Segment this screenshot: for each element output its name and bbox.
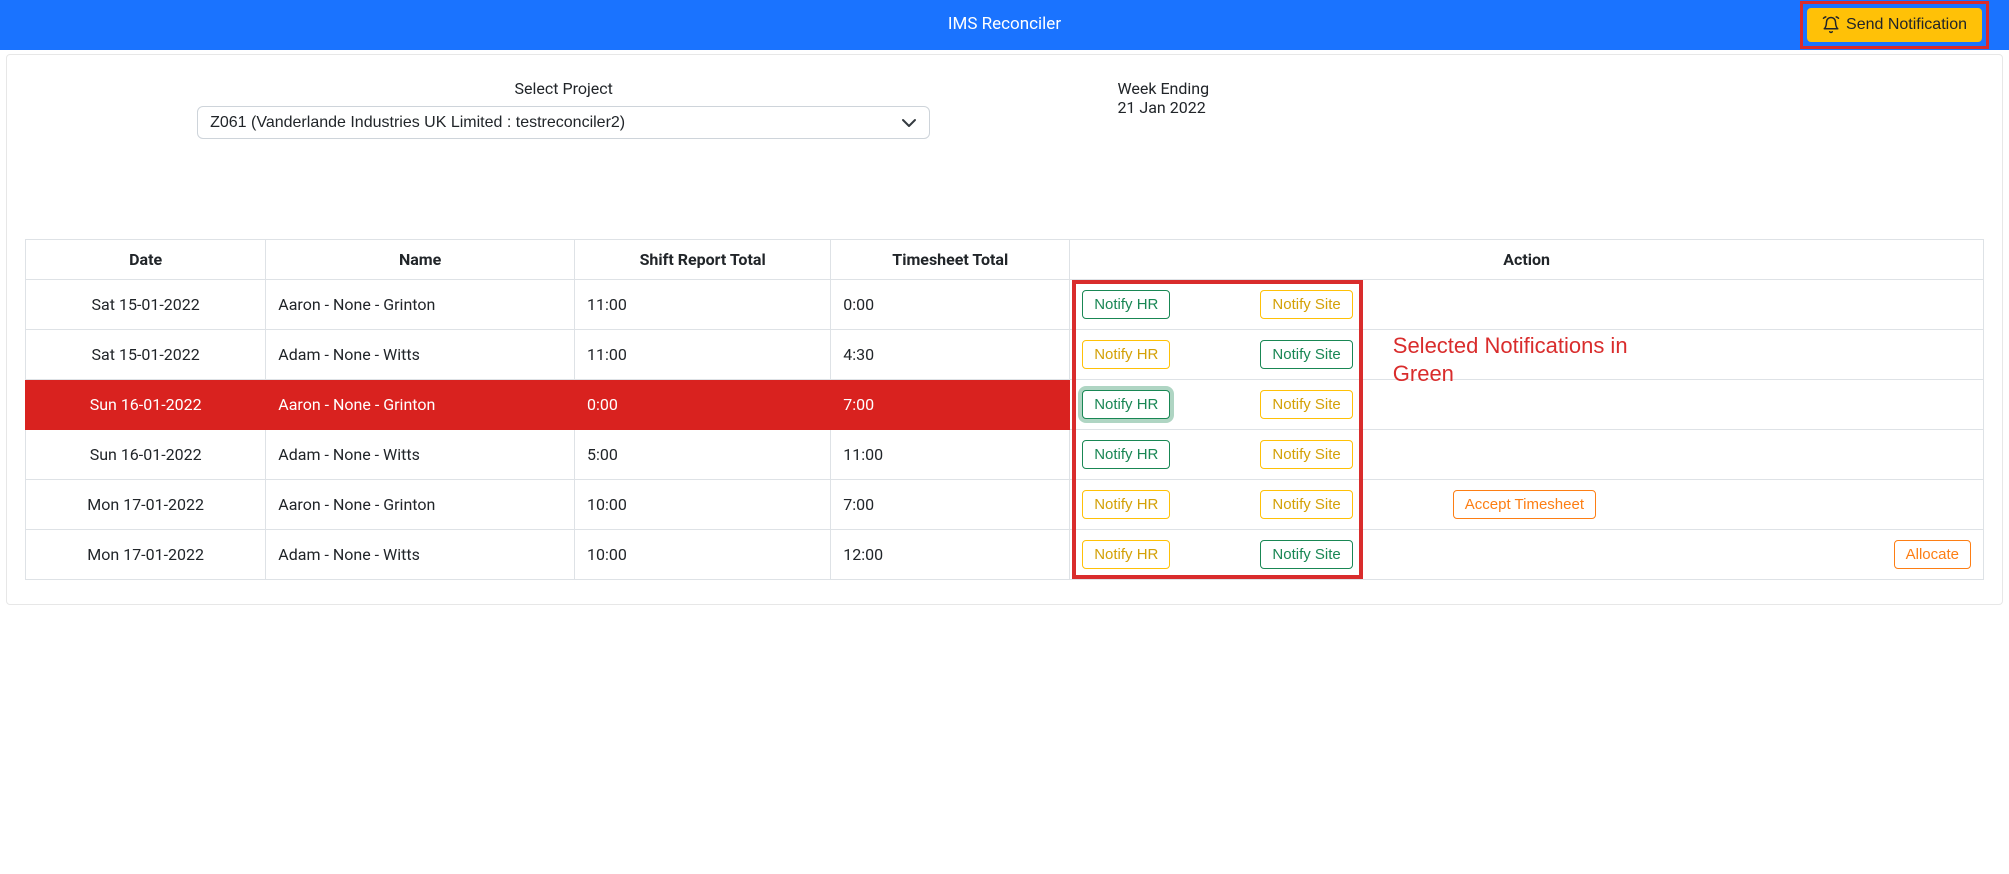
cell: 0:00 — [574, 380, 830, 430]
cell: 0:00 — [831, 280, 1070, 330]
notify-site-button[interactable]: Notify Site — [1260, 440, 1352, 469]
action-cell: Notify HR Notify Site — [1070, 280, 1984, 330]
cell: 5:00 — [574, 430, 830, 480]
allocate-button[interactable]: Allocate — [1894, 540, 1971, 569]
table-row: Sat 15-01-2022Adam - None - Witts11:004:… — [26, 330, 1984, 380]
cell: Adam - None - Witts — [266, 530, 575, 580]
cell: Sat 15-01-2022 — [26, 280, 266, 330]
cell: 7:00 — [831, 480, 1070, 530]
cell: 11:00 — [831, 430, 1070, 480]
cell: Sun 16-01-2022 — [26, 380, 266, 430]
cell: 7:00 — [831, 380, 1070, 430]
col-name: Name — [266, 240, 575, 280]
cell: Adam - None - Witts — [266, 330, 575, 380]
project-filter-block: Select Project Z061 (Vanderlande Industr… — [25, 79, 1102, 139]
col-shift-total: Shift Report Total — [574, 240, 830, 280]
cell: Aaron - None - Grinton — [266, 480, 575, 530]
cell: 12:00 — [831, 530, 1070, 580]
table-wrapper: Date Name Shift Report Total Timesheet T… — [25, 239, 1984, 580]
week-ending-block: Week Ending 21 Jan 2022 — [1102, 79, 1984, 139]
cell: 10:00 — [574, 530, 830, 580]
project-select[interactable]: Z061 (Vanderlande Industries UK Limited … — [197, 106, 930, 139]
cell: 10:00 — [574, 480, 830, 530]
app-title: IMS Reconciler — [948, 14, 1061, 34]
notify-site-button[interactable]: Notify Site — [1260, 540, 1352, 569]
cell: Adam - None - Witts — [266, 430, 575, 480]
cell: 4:30 — [831, 330, 1070, 380]
send-notification-button[interactable]: Send Notification — [1807, 8, 1982, 42]
table-row: Sat 15-01-2022Aaron - None - Grinton11:0… — [26, 280, 1984, 330]
notify-hr-button[interactable]: Notify HR — [1082, 540, 1170, 569]
notify-hr-button[interactable]: Notify HR — [1082, 340, 1170, 369]
filter-row: Select Project Z061 (Vanderlande Industr… — [25, 79, 1984, 139]
send-notification-label: Send Notification — [1846, 16, 1967, 34]
week-ending-label: Week Ending — [1117, 79, 1969, 98]
action-cell: Notify HR Notify Site — [1070, 380, 1984, 430]
cell: 11:00 — [574, 280, 830, 330]
cell: Aaron - None - Grinton — [266, 280, 575, 330]
cell: 11:00 — [574, 330, 830, 380]
cell: Aaron - None - Grinton — [266, 380, 575, 430]
notify-site-button[interactable]: Notify Site — [1260, 490, 1352, 519]
table-row: Mon 17-01-2022Adam - None - Witts10:0012… — [26, 530, 1984, 580]
bell-icon — [1822, 16, 1840, 34]
table-row: Sun 16-01-2022Adam - None - Witts5:0011:… — [26, 430, 1984, 480]
action-cell: Notify HR Notify Site Allocate — [1070, 530, 1984, 580]
col-timesheet-total: Timesheet Total — [831, 240, 1070, 280]
cell: Sun 16-01-2022 — [26, 430, 266, 480]
table-row: Mon 17-01-2022Aaron - None - Grinton10:0… — [26, 480, 1984, 530]
cell: Sat 15-01-2022 — [26, 330, 266, 380]
action-cell: Notify HR Notify Site — [1070, 330, 1984, 380]
notify-site-button[interactable]: Notify Site — [1260, 390, 1352, 419]
notify-hr-button[interactable]: Notify HR — [1082, 290, 1170, 319]
action-cell: Notify HR Notify Site Accept Timesheet — [1070, 480, 1984, 530]
select-project-label: Select Project — [40, 79, 1087, 98]
reconciler-table: Date Name Shift Report Total Timesheet T… — [25, 239, 1984, 580]
week-ending-value: 21 Jan 2022 — [1117, 98, 1969, 117]
cell: Mon 17-01-2022 — [26, 530, 266, 580]
send-notification-highlight: Send Notification — [1800, 1, 1989, 49]
notify-site-button[interactable]: Notify Site — [1260, 340, 1352, 369]
app-header: IMS Reconciler Send Notification — [0, 0, 2009, 50]
table-row: Sun 16-01-2022Aaron - None - Grinton0:00… — [26, 380, 1984, 430]
table-header-row: Date Name Shift Report Total Timesheet T… — [26, 240, 1984, 280]
content-card: Select Project Z061 (Vanderlande Industr… — [6, 54, 2003, 605]
col-date: Date — [26, 240, 266, 280]
notify-site-button[interactable]: Notify Site — [1260, 290, 1352, 319]
notify-hr-button[interactable]: Notify HR — [1082, 390, 1170, 419]
action-cell: Notify HR Notify Site — [1070, 430, 1984, 480]
notify-hr-button[interactable]: Notify HR — [1082, 440, 1170, 469]
accept-timesheet-button[interactable]: Accept Timesheet — [1453, 490, 1596, 519]
col-action: Action — [1070, 240, 1984, 280]
notify-hr-button[interactable]: Notify HR — [1082, 490, 1170, 519]
cell: Mon 17-01-2022 — [26, 480, 266, 530]
